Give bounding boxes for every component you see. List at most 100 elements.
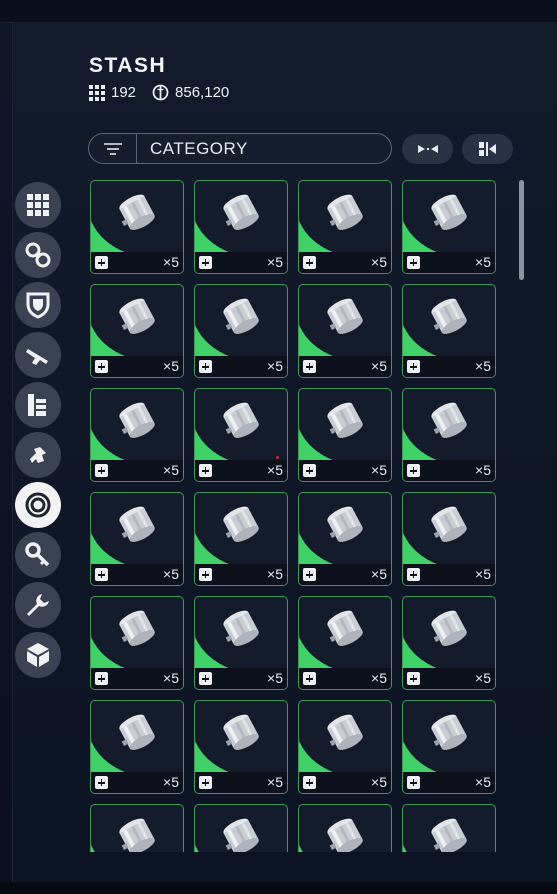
inventory-item-slot[interactable]: ×5 <box>90 492 184 586</box>
sort-stack-icon <box>478 142 496 156</box>
sidebar-item-misc[interactable] <box>15 632 61 678</box>
filter-button[interactable] <box>89 134 137 163</box>
bottom-strip <box>0 882 557 894</box>
metal-canister-icon <box>223 194 259 230</box>
item-footer: ×5 <box>403 668 495 689</box>
sidebar-item-keys[interactable] <box>15 532 61 578</box>
currency-stat: 856,120 <box>152 84 229 101</box>
add-icon[interactable] <box>303 568 316 581</box>
inventory-item-slot[interactable]: ×5 <box>194 180 288 274</box>
item-quantity: ×5 <box>371 254 387 270</box>
inventory-item-slot[interactable]: ×5 <box>194 492 288 586</box>
sort-button[interactable] <box>462 134 513 164</box>
add-icon[interactable] <box>407 464 420 477</box>
add-icon[interactable] <box>95 568 108 581</box>
item-quantity: ×5 <box>371 670 387 686</box>
add-icon[interactable] <box>199 256 212 269</box>
metal-canister-icon <box>327 714 363 750</box>
stash-stats: 192 856,120 <box>89 84 245 101</box>
item-footer: ×5 <box>91 772 183 793</box>
add-icon[interactable] <box>199 464 212 477</box>
inventory-item-slot[interactable] <box>402 804 496 852</box>
item-footer: ×5 <box>403 356 495 377</box>
add-icon[interactable] <box>199 568 212 581</box>
add-icon[interactable] <box>95 672 108 685</box>
add-icon[interactable] <box>303 464 316 477</box>
sidebar-item-mods[interactable] <box>15 432 61 478</box>
item-footer: ×5 <box>403 772 495 793</box>
inventory-item-slot[interactable]: ×5 <box>402 700 496 794</box>
sidebar-item-materials[interactable] <box>15 482 61 528</box>
inventory-item-slot[interactable]: ×5 <box>194 388 288 482</box>
metal-canister-icon <box>327 298 363 334</box>
inventory-item-slot[interactable]: ×5 <box>194 700 288 794</box>
inventory-item-slot[interactable]: ×5 <box>194 596 288 690</box>
add-icon[interactable] <box>407 568 420 581</box>
metal-canister-icon <box>119 298 155 334</box>
inventory-item-slot[interactable]: ×5 <box>194 284 288 378</box>
add-icon[interactable] <box>303 256 316 269</box>
sidebar-item-all[interactable] <box>15 182 61 228</box>
inventory-item-slot[interactable]: ×5 <box>298 596 392 690</box>
item-footer: ×5 <box>299 772 391 793</box>
sidebar-item-consumables[interactable] <box>15 382 61 428</box>
metal-canister-icon <box>223 402 259 438</box>
add-icon[interactable] <box>407 776 420 789</box>
add-icon[interactable] <box>303 776 316 789</box>
page-title: STASH <box>89 54 167 77</box>
scrollbar-thumb[interactable] <box>519 180 524 280</box>
item-footer: ×5 <box>195 252 287 273</box>
scrollbar[interactable] <box>519 180 524 852</box>
inventory-item-slot[interactable]: ×5 <box>298 388 392 482</box>
inventory-item-slot[interactable] <box>298 804 392 852</box>
add-icon[interactable] <box>407 360 420 373</box>
inventory-item-slot[interactable]: ×5 <box>90 180 184 274</box>
inventory-item-slot[interactable]: ×5 <box>298 180 392 274</box>
collapse-button[interactable] <box>402 134 453 164</box>
add-icon[interactable] <box>95 776 108 789</box>
inventory-item-slot[interactable]: ×5 <box>90 700 184 794</box>
add-icon[interactable] <box>95 360 108 373</box>
inventory-item-slot[interactable]: ×5 <box>90 284 184 378</box>
item-quantity: ×5 <box>475 462 491 478</box>
inventory-item-slot[interactable]: ×5 <box>90 596 184 690</box>
add-icon[interactable] <box>407 256 420 269</box>
inventory-item-slot[interactable]: ×5 <box>402 388 496 482</box>
item-quantity: ×5 <box>475 566 491 582</box>
item-quantity: ×5 <box>163 254 179 270</box>
item-quantity: ×5 <box>267 774 283 790</box>
metal-canister-icon <box>431 714 467 750</box>
metal-canister-icon <box>119 194 155 230</box>
inventory-item-slot[interactable]: ×5 <box>402 492 496 586</box>
inventory-item-slot[interactable]: ×5 <box>402 180 496 274</box>
inventory-item-slot[interactable]: ×5 <box>298 284 392 378</box>
add-icon[interactable] <box>95 256 108 269</box>
sidebar-item-augments[interactable] <box>15 232 61 278</box>
add-icon[interactable] <box>199 360 212 373</box>
inventory-item-slot[interactable]: ×5 <box>90 388 184 482</box>
metal-canister-icon <box>223 818 259 852</box>
sidebar-item-shields[interactable] <box>15 282 61 328</box>
item-footer: ×5 <box>195 460 287 481</box>
category-label: CATEGORY <box>150 138 248 158</box>
add-icon[interactable] <box>407 672 420 685</box>
item-grid: ×5 ×5 ×5 ×5 ×5 ×5 ×5 ×5 ×5 ×5 ×5 ×5 ×5 ×5 ×5 ×5 ×5 ×5 ×5 ×5… <box>90 180 510 852</box>
add-icon[interactable] <box>303 672 316 685</box>
filter-lines-icon <box>103 142 122 155</box>
sidebar-item-weapons[interactable] <box>15 332 61 378</box>
inventory-item-slot[interactable]: ×5 <box>298 492 392 586</box>
metal-canister-icon <box>431 194 467 230</box>
category-filter[interactable]: CATEGORY <box>88 133 392 164</box>
inventory-item-slot[interactable]: ×5 <box>402 284 496 378</box>
add-icon[interactable] <box>303 360 316 373</box>
inventory-item-slot[interactable] <box>90 804 184 852</box>
inventory-item-slot[interactable] <box>194 804 288 852</box>
inventory-item-slot[interactable]: ×5 <box>298 700 392 794</box>
stash-window: STASH 192 856,120 CATEGORY ×5 ×5 ×5 ×5 ×… <box>0 0 557 894</box>
inventory-item-slot[interactable]: ×5 <box>402 596 496 690</box>
add-icon[interactable] <box>199 776 212 789</box>
metal-canister-icon <box>327 818 363 852</box>
add-icon[interactable] <box>95 464 108 477</box>
add-icon[interactable] <box>199 672 212 685</box>
sidebar-item-tools[interactable] <box>15 582 61 628</box>
